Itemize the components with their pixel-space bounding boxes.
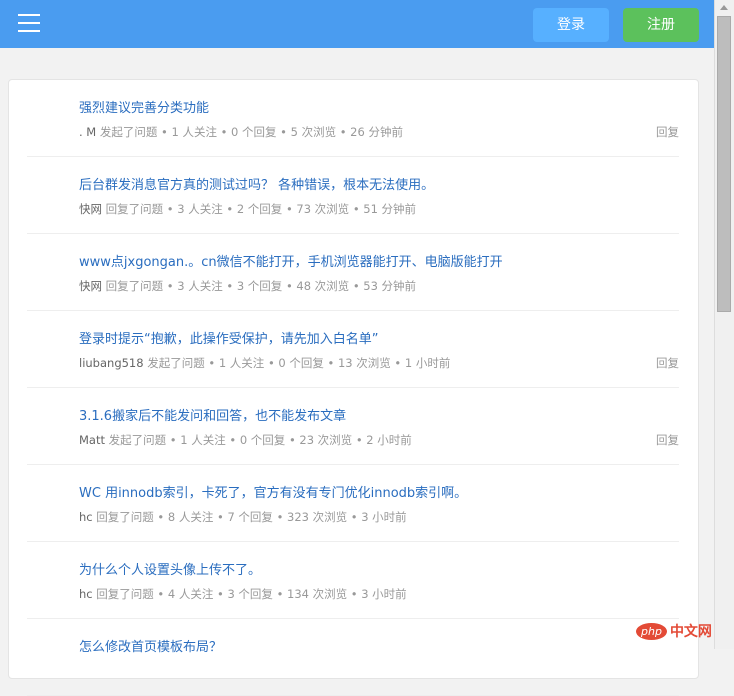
reply-link[interactable]: 回复 <box>656 432 679 448</box>
user-link[interactable]: hc <box>79 510 93 524</box>
action-text: 发起了问题 <box>108 433 167 447</box>
question-title[interactable]: 为什么个人设置头像上传不了。 <box>79 559 261 578</box>
question-item: 怎么修改首页模板布局？ <box>27 619 679 696</box>
question-item: 强烈建议完善分类功能 . M 发起了问题 • 1 人关注 • 0 个回复 • 5… <box>27 80 679 157</box>
question-title[interactable]: 怎么修改首页模板布局？ <box>79 636 222 655</box>
user-link[interactable]: hc <box>79 587 93 601</box>
user-link[interactable]: 快网 <box>79 202 102 216</box>
user-link[interactable]: Matt <box>79 433 105 447</box>
watermark-php: php <box>636 622 667 640</box>
register-button[interactable]: 注册 <box>623 8 699 42</box>
question-title[interactable]: 后台群发消息官方真的测试过吗？ 各种错误，根本无法使用。 <box>79 174 434 193</box>
action-text: 回复了问题 <box>96 587 154 601</box>
hamburger-menu-icon[interactable] <box>18 14 40 32</box>
question-meta: liubang518 发起了问题 • 1 人关注 • 0 个回复 • 13 次浏… <box>79 355 450 371</box>
question-item: 后台群发消息官方真的测试过吗？ 各种错误，根本无法使用。 快网 回复了问题 • … <box>27 157 679 234</box>
stats-text: • 1 人关注 • 0 个回复 • 13 次浏览 • 1 小时前 <box>204 356 451 370</box>
reply-link[interactable]: 回复 <box>656 355 679 371</box>
reply-link[interactable]: 回复 <box>656 124 679 140</box>
scrollbar[interactable] <box>714 0 734 649</box>
question-item: WC 用innodb索引，卡死了，官方有没有专门优化innodb索引啊。 hc … <box>27 465 679 542</box>
stats-text: • 3 人关注 • 3 个回复 • 48 次浏览 • 53 分钟前 <box>163 279 417 293</box>
stats-text: • 4 人关注 • 3 个回复 • 134 次浏览 • 3 小时前 <box>153 587 407 601</box>
watermark-logo: php 中文网 <box>636 618 728 644</box>
stats-text: • 1 人关注 • 0 个回复 • 23 次浏览 • 2 小时前 <box>166 433 412 447</box>
action-text: 回复了问题 <box>105 279 164 293</box>
question-item: www点jxgongan.。cn微信不能打开，手机浏览器能打开、电脑版能打开 快… <box>27 234 679 311</box>
stats-text: • 1 人关注 • 0 个回复 • 5 次浏览 • 26 分钟前 <box>157 125 403 139</box>
stats-text: • 8 人关注 • 7 个回复 • 323 次浏览 • 3 小时前 <box>153 510 407 524</box>
user-link[interactable]: . M <box>79 125 96 139</box>
user-link[interactable]: 快网 <box>79 279 102 293</box>
login-button[interactable]: 登录 <box>533 8 609 42</box>
question-item: 登录时提示“抱歉，此操作受保护，请先加入白名单” liubang518 发起了问… <box>27 311 679 388</box>
action-text: 回复了问题 <box>105 202 164 216</box>
question-title[interactable]: WC 用innodb索引，卡死了，官方有没有专门优化innodb索引啊。 <box>79 482 467 501</box>
question-meta: hc 回复了问题 • 8 人关注 • 7 个回复 • 323 次浏览 • 3 小… <box>79 509 407 525</box>
question-title[interactable]: 3.1.6搬家后不能发问和回答，也不能发布文章 <box>79 405 346 424</box>
stats-text: • 3 人关注 • 2 个回复 • 73 次浏览 • 51 分钟前 <box>163 202 417 216</box>
question-title[interactable]: www点jxgongan.。cn微信不能打开，手机浏览器能打开、电脑版能打开 <box>79 251 503 270</box>
question-title[interactable]: 登录时提示“抱歉，此操作受保护，请先加入白名单” <box>79 328 378 347</box>
user-link[interactable]: liubang518 <box>79 356 144 370</box>
watermark-cn: 中文网 <box>669 624 712 640</box>
question-title[interactable]: 强烈建议完善分类功能 <box>79 97 209 116</box>
question-meta: 快网 回复了问题 • 3 人关注 • 3 个回复 • 48 次浏览 • 53 分… <box>79 278 416 294</box>
question-meta: 快网 回复了问题 • 3 人关注 • 2 个回复 • 73 次浏览 • 51 分… <box>79 201 416 217</box>
action-text: 回复了问题 <box>96 510 154 524</box>
action-text: 发起了问题 <box>147 356 205 370</box>
scroll-up-arrow-icon[interactable] <box>720 5 728 10</box>
scrollbar-thumb[interactable] <box>717 16 731 312</box>
question-item: 3.1.6搬家后不能发问和回答，也不能发布文章 Matt 发起了问题 • 1 人… <box>27 388 679 465</box>
question-item: 为什么个人设置头像上传不了。 hc 回复了问题 • 4 人关注 • 3 个回复 … <box>27 542 679 619</box>
question-meta: Matt 发起了问题 • 1 人关注 • 0 个回复 • 23 次浏览 • 2 … <box>79 432 412 448</box>
top-navbar: 登录 注册 <box>0 0 714 48</box>
question-meta: hc 回复了问题 • 4 人关注 • 3 个回复 • 134 次浏览 • 3 小… <box>79 586 407 602</box>
action-text: 发起了问题 <box>99 125 158 139</box>
question-list: 强烈建议完善分类功能 . M 发起了问题 • 1 人关注 • 0 个回复 • 5… <box>8 79 699 696</box>
question-meta: . M 发起了问题 • 1 人关注 • 0 个回复 • 5 次浏览 • 26 分… <box>79 124 403 140</box>
